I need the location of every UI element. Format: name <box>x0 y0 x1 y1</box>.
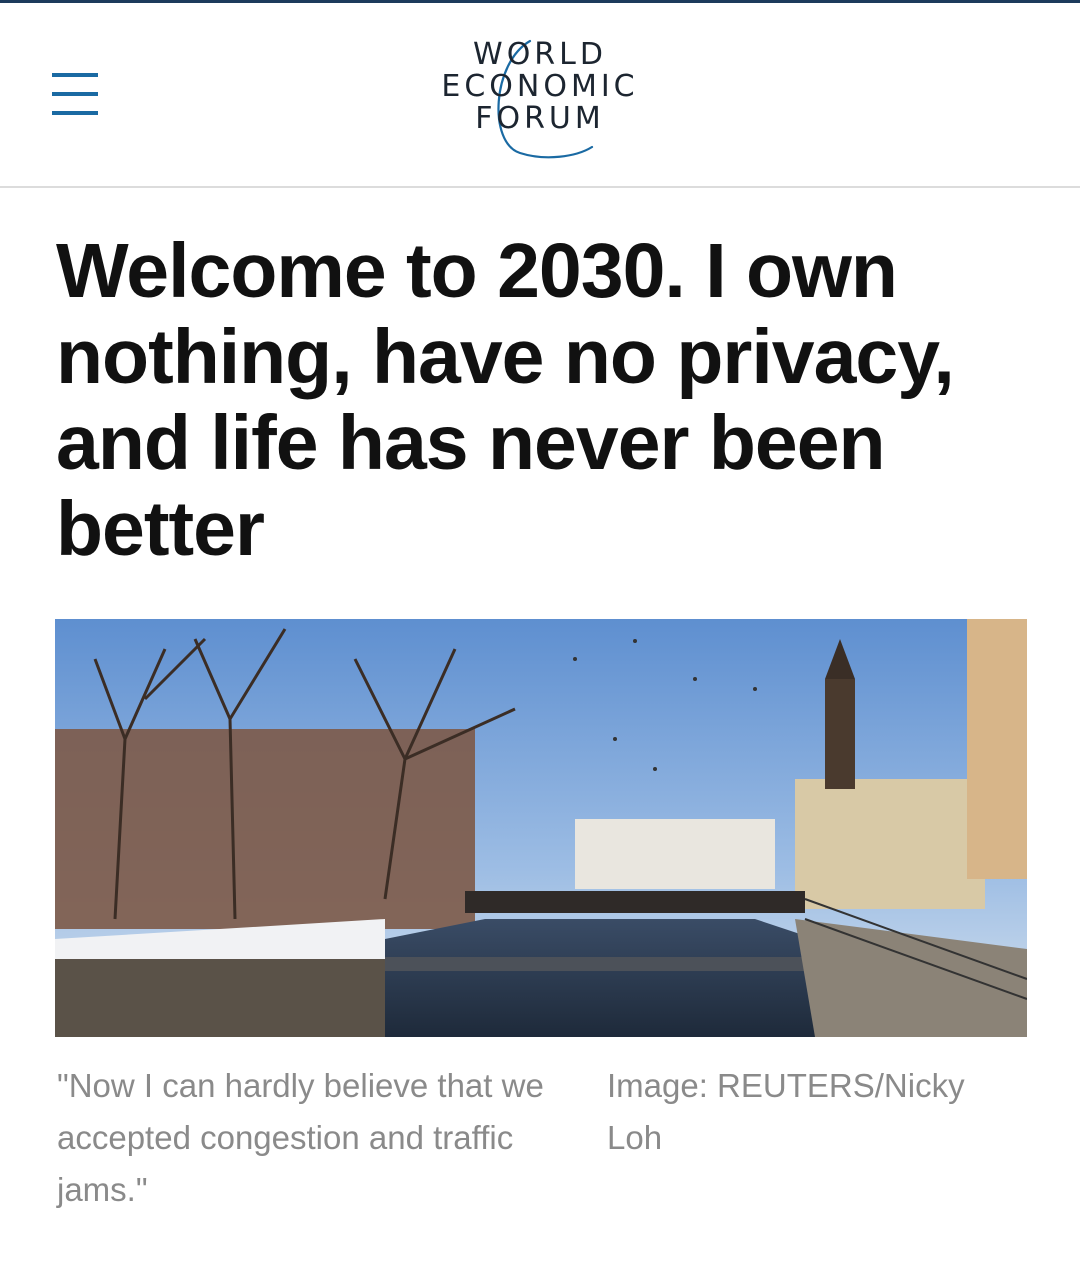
logo-word-world: WORLD <box>473 37 607 72</box>
logo-word-economic: ECONOMIC <box>441 69 639 104</box>
image-caption: "Now I can hardly believe that we accept… <box>57 1067 544 1208</box>
article-hero-image <box>55 619 1027 1037</box>
image-credit: Image: REUTERS/Nicky Loh <box>607 1067 965 1156</box>
logo-word-forum: FORUM <box>475 101 605 136</box>
site-header: WORLD ECONOMIC FORUM <box>0 3 1080 186</box>
hamburger-menu-icon[interactable] <box>50 73 102 119</box>
article-headline: Welcome to 2030. I own nothing, have no … <box>56 228 955 572</box>
header-divider <box>0 186 1080 188</box>
wef-logo[interactable]: WORLD ECONOMIC FORUM <box>380 31 700 171</box>
